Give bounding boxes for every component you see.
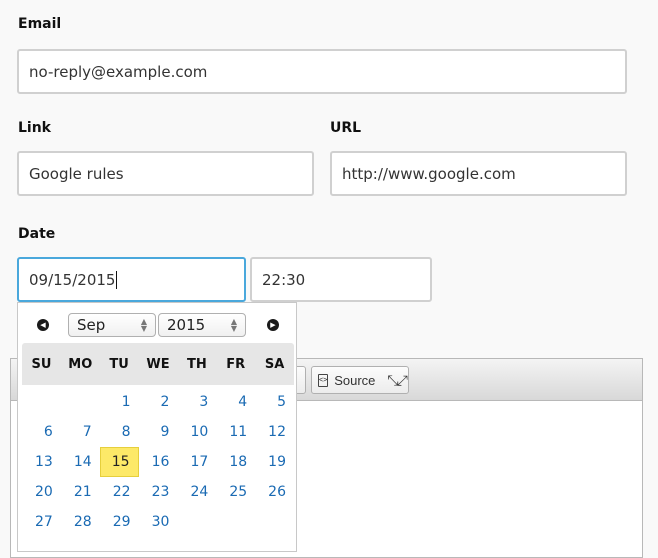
weekday-label: FR <box>226 356 246 372</box>
link-value: Google rules <box>29 164 124 183</box>
select-arrows-icon: ▲ ▼ <box>230 317 237 333</box>
day-cell[interactable]: 20 <box>22 477 61 507</box>
link-label: Link <box>18 120 51 136</box>
day-cell[interactable]: 18 <box>216 447 255 477</box>
empty-day-cell <box>22 387 61 417</box>
weekday-label: TH <box>186 356 207 372</box>
source-icon: <> <box>318 373 329 387</box>
day-cell[interactable]: 7 <box>61 417 100 447</box>
day-cell[interactable]: 30 <box>139 507 178 537</box>
weekday-label: SA <box>264 356 285 372</box>
day-cell[interactable]: 23 <box>139 477 178 507</box>
maximize-icon[interactable]: ⤡⤢ <box>387 373 407 387</box>
year-value: 2015 <box>167 316 206 334</box>
text-caret <box>116 270 118 289</box>
day-cell[interactable]: 21 <box>61 477 100 507</box>
link-field[interactable]: Google rules <box>17 151 314 196</box>
date-field[interactable]: 09/15/2015 <box>17 257 246 302</box>
weekday-header: SU MO TU WE TH FR SA <box>22 343 294 385</box>
day-cell[interactable]: 10 <box>177 417 216 447</box>
day-cell[interactable]: 12 <box>255 417 294 447</box>
day-cell[interactable]: 24 <box>177 477 216 507</box>
year-select[interactable]: 2015 ▲ ▼ <box>158 313 246 337</box>
datepicker-header: ◀ Sep ▲ ▼ 2015 ▲ ▼ ▶ <box>18 303 296 343</box>
weekday-label: WE <box>146 356 170 372</box>
url-field[interactable]: http://www.google.com <box>330 151 627 196</box>
weekday-label: TU <box>109 356 129 372</box>
day-cell[interactable]: 29 <box>100 507 139 537</box>
email-label: Email <box>18 16 62 32</box>
date-label: Date <box>18 226 56 242</box>
selected-day-cell[interactable]: 15 <box>99 447 139 477</box>
month-value: Sep <box>77 316 106 334</box>
day-cell[interactable]: 27 <box>22 507 61 537</box>
url-value: http://www.google.com <box>342 164 516 183</box>
day-cell[interactable]: 22 <box>100 477 139 507</box>
select-arrows-icon: ▲ ▼ <box>140 317 147 333</box>
day-cell[interactable]: 19 <box>255 447 294 477</box>
day-cell[interactable]: 3 <box>177 387 216 417</box>
day-cell[interactable]: 11 <box>216 417 255 447</box>
day-cell[interactable]: 5 <box>255 387 294 417</box>
day-cell[interactable]: 2 <box>139 387 178 417</box>
time-field[interactable]: 22:30 <box>250 257 432 302</box>
day-cell[interactable]: 25 <box>216 477 255 507</box>
day-cell[interactable]: 4 <box>216 387 255 417</box>
empty-day-cell <box>61 387 100 417</box>
chevron-right-icon[interactable]: ▶ <box>267 319 279 331</box>
day-cell[interactable]: 17 <box>177 447 216 477</box>
day-cell[interactable]: 6 <box>22 417 61 447</box>
day-cell[interactable]: 28 <box>61 507 100 537</box>
weekday-label: SU <box>31 356 52 372</box>
chevron-left-icon[interactable]: ◀ <box>37 319 49 331</box>
month-select[interactable]: Sep ▲ ▼ <box>68 313 156 337</box>
day-cell[interactable]: 16 <box>139 447 178 477</box>
day-cell[interactable]: 14 <box>61 447 100 477</box>
email-value: no-reply@example.com <box>29 62 208 81</box>
date-value: 09/15/2015 <box>29 270 116 289</box>
day-cell[interactable]: 1 <box>100 387 139 417</box>
day-cell[interactable]: 13 <box>22 447 61 477</box>
time-value: 22:30 <box>262 270 306 289</box>
weekday-label: MO <box>68 356 93 372</box>
day-cell[interactable]: 8 <box>100 417 139 447</box>
source-button[interactable]: <> Source ⤡⤢ <box>311 366 409 394</box>
day-cell[interactable]: 9 <box>139 417 178 447</box>
email-field[interactable]: no-reply@example.com <box>17 49 627 94</box>
day-cell[interactable]: 26 <box>255 477 294 507</box>
days-grid: 1 2 3 4 5 6 7 8 9 10 11 12 13 14 15 16 17 18 19 20 21 22 23 24 2… <box>22 387 294 537</box>
source-label: Source <box>334 372 376 388</box>
datepicker-popup: ◀ Sep ▲ ▼ 2015 ▲ ▼ ▶ SU MO TU WE TH FR SA 123456… <box>17 302 297 552</box>
url-label: URL <box>330 120 362 136</box>
datepicker-border <box>17 551 297 552</box>
